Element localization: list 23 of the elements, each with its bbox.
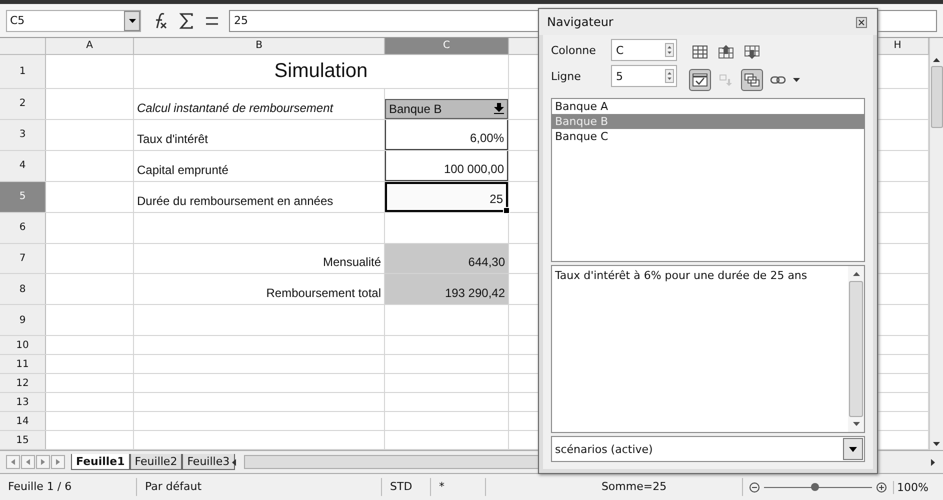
table-cell-text: Taux d'intérêt (136, 132, 209, 148)
table-cell: 6,00% (385, 120, 508, 150)
row-label: Ligne (551, 70, 582, 82)
table-cell: Simulation (274, 60, 368, 83)
table-cell-text: Remboursement total (265, 286, 382, 302)
table-cell: 644,30 (385, 244, 508, 274)
table-cell-text: Capital emprunté (136, 162, 230, 179)
table-cell-text: Durée du remboursement en années (136, 194, 334, 210)
zoom-value: 100% (893, 480, 930, 494)
table-cell-text: Calcul instantané de remboursement (136, 100, 334, 117)
table-cell: 100 000,00 (385, 150, 508, 181)
table-cell: 193 290,42 (385, 274, 508, 304)
panel-title: Navigateur (547, 15, 614, 29)
table-cell: 25 (385, 182, 508, 212)
comment-text: Taux d'intérêt à 6% pour une durée de 25 ans (554, 268, 808, 284)
sheet-indicator: Feuille 1 / 6 (0, 478, 137, 496)
selection-mode: STD (382, 478, 431, 496)
column-label: Colonne (551, 44, 597, 56)
page-style: Par défaut (137, 478, 382, 496)
modified-indicator: * (431, 478, 486, 496)
sum-display: Somme=25 (526, 478, 743, 496)
cell-reference: C5 (10, 14, 25, 27)
table-cell-text: Mensualité (322, 255, 382, 272)
